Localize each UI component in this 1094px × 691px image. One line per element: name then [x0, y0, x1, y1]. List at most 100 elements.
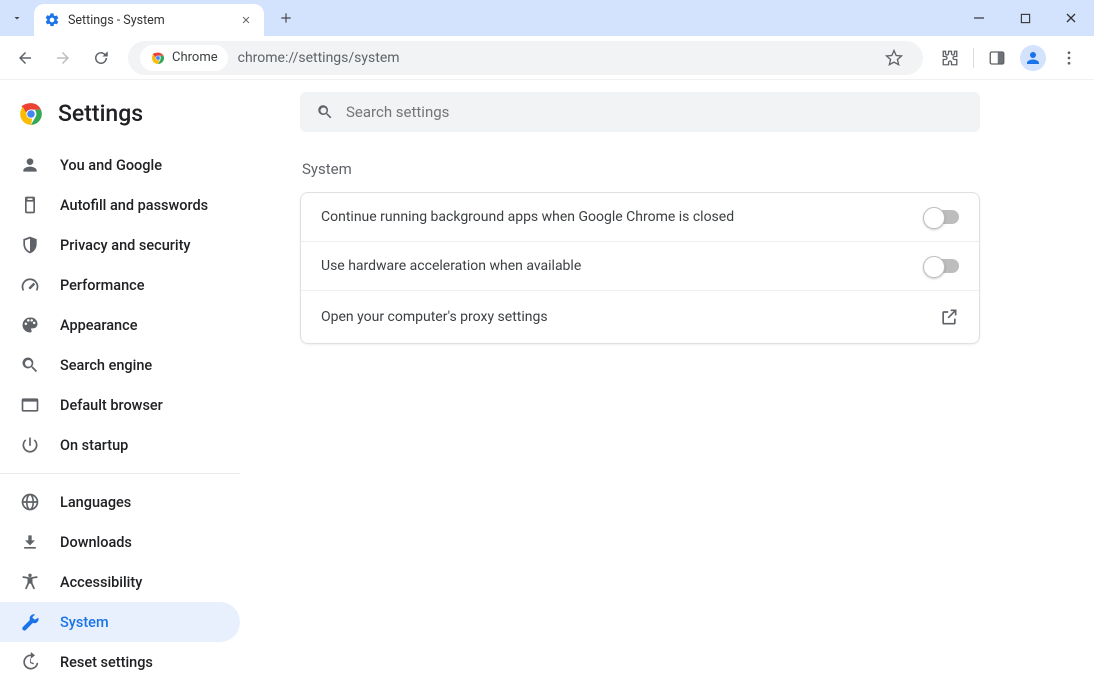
profile-button[interactable]	[1016, 41, 1050, 75]
forward-button[interactable]	[46, 41, 80, 75]
content-area: Settings You and Google Autofill and pas…	[0, 80, 1094, 691]
row-label: Use hardware acceleration when available	[321, 258, 581, 274]
maximize-button[interactable]	[1002, 0, 1048, 36]
sidebar-nav: You and Google Autofill and passwords Pr…	[0, 145, 260, 682]
close-icon	[1065, 12, 1077, 24]
sidebar-item-languages[interactable]: Languages	[0, 482, 240, 522]
back-button[interactable]	[8, 41, 42, 75]
minimize-icon	[973, 12, 985, 24]
site-chip-label: Chrome	[172, 50, 218, 65]
close-window-button[interactable]	[1048, 0, 1094, 36]
site-chip[interactable]: Chrome	[140, 45, 228, 71]
toolbar-divider	[973, 48, 974, 68]
toggle-background-apps[interactable]	[925, 210, 959, 224]
close-icon	[241, 15, 251, 25]
reload-button[interactable]	[84, 41, 118, 75]
menu-button[interactable]	[1052, 41, 1086, 75]
browser-tab[interactable]: Settings - System	[34, 4, 264, 36]
settings-search-input[interactable]	[346, 103, 964, 121]
external-link-icon	[939, 307, 959, 327]
nav-divider	[0, 473, 240, 474]
row-background-apps: Continue running background apps when Go…	[301, 193, 979, 241]
section-title: System	[302, 160, 1054, 178]
sidebar-item-label: You and Google	[60, 157, 162, 174]
arrow-left-icon	[16, 49, 34, 67]
row-label: Continue running background apps when Go…	[321, 209, 734, 225]
sidebar-item-you-and-google[interactable]: You and Google	[0, 145, 240, 185]
plus-icon	[279, 11, 293, 25]
side-panel-button[interactable]	[980, 41, 1014, 75]
tab-search-dropdown[interactable]	[0, 0, 34, 36]
browser-window-icon	[20, 395, 40, 415]
tab-close-button[interactable]	[238, 12, 254, 28]
new-tab-button[interactable]	[272, 4, 300, 32]
search-icon	[316, 103, 334, 121]
sidebar-item-label: Autofill and passwords	[60, 197, 208, 214]
speedometer-icon	[20, 275, 40, 295]
maximize-icon	[1020, 13, 1031, 24]
sidebar-item-reset[interactable]: Reset settings	[0, 642, 240, 682]
search-icon	[20, 355, 40, 375]
minimize-button[interactable]	[956, 0, 1002, 36]
tab-title: Settings - System	[68, 13, 230, 28]
sidebar-item-default-browser[interactable]: Default browser	[0, 385, 240, 425]
sidebar-item-label: Privacy and security	[60, 237, 191, 254]
sidebar-item-system[interactable]: System	[0, 602, 240, 642]
sidebar-item-label: Default browser	[60, 397, 163, 414]
app-header: Settings	[0, 94, 260, 145]
sidebar-item-downloads[interactable]: Downloads	[0, 522, 240, 562]
star-icon	[884, 48, 904, 68]
toggle-hardware-accel[interactable]	[925, 259, 959, 273]
chrome-logo-icon	[18, 101, 44, 127]
row-label: Open your computer's proxy settings	[321, 309, 548, 325]
sidebar-item-label: System	[60, 614, 109, 631]
sidebar-item-accessibility[interactable]: Accessibility	[0, 562, 240, 602]
sidebar-item-on-startup[interactable]: On startup	[0, 425, 240, 465]
sidebar-item-privacy[interactable]: Privacy and security	[0, 225, 240, 265]
row-proxy-settings[interactable]: Open your computer's proxy settings	[301, 290, 979, 343]
browser-toolbar: Chrome chrome://settings/system	[0, 36, 1094, 80]
history-icon	[20, 652, 40, 672]
sidebar: Settings You and Google Autofill and pas…	[0, 80, 260, 691]
download-icon	[20, 532, 40, 552]
sidebar-item-label: Appearance	[60, 317, 137, 334]
gear-icon	[44, 12, 60, 28]
person-icon	[20, 155, 40, 175]
window-controls	[956, 0, 1094, 36]
row-hardware-accel: Use hardware acceleration when available	[301, 241, 979, 290]
puzzle-icon	[941, 49, 959, 67]
url-text: chrome://settings/system	[238, 50, 867, 66]
sidebar-item-label: Search engine	[60, 357, 152, 374]
wrench-icon	[20, 612, 40, 632]
person-icon	[1024, 49, 1042, 67]
system-card: Continue running background apps when Go…	[300, 192, 980, 344]
shield-icon	[20, 235, 40, 255]
extensions-button[interactable]	[933, 41, 967, 75]
globe-icon	[20, 492, 40, 512]
palette-icon	[20, 315, 40, 335]
reload-icon	[92, 49, 110, 67]
sidebar-item-search-engine[interactable]: Search engine	[0, 345, 240, 385]
chevron-down-icon	[11, 12, 23, 24]
titlebar: Settings - System	[0, 0, 1094, 36]
sidebar-item-label: Reset settings	[60, 654, 153, 671]
sidebar-item-autofill[interactable]: Autofill and passwords	[0, 185, 240, 225]
accessibility-icon	[20, 572, 40, 592]
bookmark-button[interactable]	[877, 41, 911, 75]
sidebar-item-label: Accessibility	[60, 574, 142, 591]
sidebar-item-appearance[interactable]: Appearance	[0, 305, 240, 345]
chrome-icon	[150, 50, 166, 66]
page-title: Settings	[58, 100, 143, 127]
kebab-icon	[1060, 49, 1078, 67]
power-icon	[20, 435, 40, 455]
settings-search[interactable]	[300, 92, 980, 132]
avatar	[1020, 45, 1046, 71]
arrow-right-icon	[54, 49, 72, 67]
sidebar-item-performance[interactable]: Performance	[0, 265, 240, 305]
omnibox[interactable]: Chrome chrome://settings/system	[128, 41, 923, 75]
sidebar-item-label: Languages	[60, 494, 131, 511]
sidebar-item-label: Performance	[60, 277, 145, 294]
sidebar-item-label: On startup	[60, 437, 128, 454]
clipboard-icon	[20, 195, 40, 215]
main-panel: System Continue running background apps …	[260, 80, 1094, 691]
